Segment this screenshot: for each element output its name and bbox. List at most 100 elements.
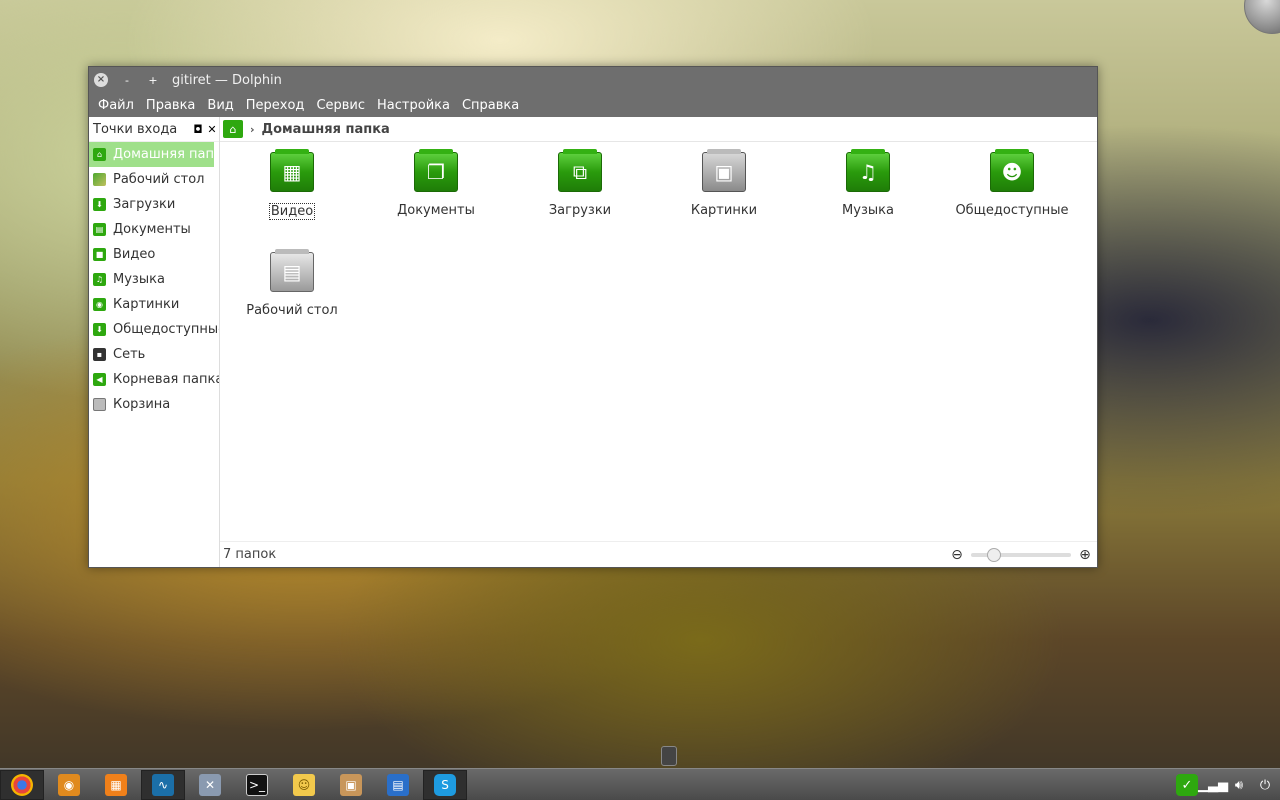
menu-go[interactable]: Переход — [240, 98, 311, 113]
power-icon[interactable]: ⏻ — [1254, 774, 1276, 796]
video-icon: ■ — [93, 248, 106, 261]
taskbar-monitor[interactable]: ∿ — [141, 769, 185, 800]
home-icon[interactable]: ⌂ — [223, 120, 243, 138]
public-folder-icon: ☻ — [990, 149, 1034, 192]
root-icon: ◀ — [93, 373, 106, 386]
status-bar: 7 папок ⊖ ⊕ — [220, 541, 1097, 567]
folder-label: Рабочий стол — [246, 303, 338, 318]
taskbar-notes[interactable]: ☺ — [282, 770, 326, 800]
network-icon: ▪ — [93, 348, 106, 361]
folder-grid: ▦ Видео ❐ Документы ⧉ Загрузки ▣ Картинк… — [220, 142, 1097, 541]
status-text: 7 папок — [223, 547, 277, 562]
signal-icon[interactable]: ▁▃▅ — [1198, 774, 1228, 796]
sidebar-item-label: Сеть — [113, 347, 146, 362]
maximize-button[interactable]: + — [146, 73, 160, 87]
sidebar-item-pictures[interactable]: ◉ Картинки — [89, 292, 219, 317]
zoom-slider-handle[interactable] — [987, 547, 1001, 562]
desktop-orb-widget[interactable] — [1244, 0, 1280, 34]
sidebar-item-label: Домашняя папк... — [113, 147, 214, 162]
sidebar-item-label: Корневая папка — [113, 372, 219, 387]
menu-edit[interactable]: Правка — [140, 98, 201, 113]
volume-icon[interactable]: 🔊︎ — [1228, 774, 1250, 796]
notes-icon: ☺ — [293, 773, 315, 796]
menu-file[interactable]: Файл — [92, 98, 140, 113]
menu-tools[interactable]: Сервис — [310, 98, 371, 113]
terminal-icon: >_ — [246, 773, 268, 796]
close-panel-icon[interactable]: ✕ — [205, 122, 219, 136]
skype-icon: S — [434, 773, 456, 796]
breadcrumb: ⌂ › Домашняя папка — [220, 117, 1097, 142]
folder-label: Загрузки — [548, 203, 612, 218]
file-view: ⌂ › Домашняя папка ▦ Видео ❐ Документы ⧉… — [220, 117, 1097, 567]
dolphin-window: × - + gitiret — Dolphin Файл Правка Вид … — [88, 66, 1098, 568]
documents-icon: ▤ — [93, 223, 106, 236]
video-folder-icon: ▦ — [270, 149, 314, 192]
desktop-folder-icon: ▤ — [270, 249, 314, 292]
home-icon: ⌂ — [93, 148, 106, 161]
desktop-widget[interactable] — [661, 746, 677, 766]
close-button[interactable]: × — [94, 73, 108, 87]
folder-public[interactable]: ☻ Общедоступные — [947, 149, 1077, 218]
window-title: gitiret — Dolphin — [172, 72, 282, 88]
folder-music[interactable]: ♫ Музыка — [803, 149, 933, 218]
taskbar-grid[interactable]: ▦ — [94, 770, 138, 800]
sidebar-item-label: Видео — [113, 247, 156, 262]
taskbar-package[interactable]: ▣ — [329, 770, 373, 800]
sidebar-item-label: Загрузки — [113, 197, 176, 212]
downloads-folder-icon: ⧉ — [558, 149, 602, 192]
taskbar-terminal[interactable]: >_ — [235, 770, 279, 800]
folder-video[interactable]: ▦ Видео — [227, 149, 357, 220]
music-icon: ♫ — [93, 273, 106, 286]
check-icon[interactable]: ✓ — [1176, 774, 1198, 796]
title-bar[interactable]: × - + gitiret — Dolphin — [89, 67, 1097, 93]
document-icon: ▤ — [387, 773, 409, 796]
taskbar-eye[interactable]: ◉ — [47, 770, 91, 800]
grid-icon: ▦ — [105, 773, 127, 796]
sidebar-item-label: Документы — [113, 222, 191, 237]
chevron-right-icon[interactable]: › — [250, 123, 255, 136]
zoom-out-icon[interactable]: ⊖ — [949, 547, 965, 563]
taskbar-document[interactable]: ▤ — [376, 770, 420, 800]
folder-downloads[interactable]: ⧉ Загрузки — [515, 149, 645, 218]
taskbar-chrome[interactable] — [0, 769, 44, 800]
sidebar-item-desktop[interactable]: Рабочий стол — [89, 167, 219, 192]
menu-bar: Файл Правка Вид Переход Сервис Настройка… — [89, 93, 1097, 117]
folder-documents[interactable]: ❐ Документы — [371, 149, 501, 218]
sidebar-item-documents[interactable]: ▤ Документы — [89, 217, 219, 242]
folder-label: Общедоступные — [955, 203, 1069, 218]
sidebar-item-public[interactable]: ⬇ Общедоступные — [89, 317, 219, 342]
folder-label: Музыка — [842, 203, 894, 218]
pictures-folder-icon: ▣ — [702, 149, 746, 192]
documents-folder-icon: ❐ — [414, 149, 458, 192]
trash-icon — [93, 398, 106, 411]
sidebar-item-downloads[interactable]: ⬇ Загрузки — [89, 192, 219, 217]
sidebar-item-home[interactable]: ⌂ Домашняя папк... — [89, 142, 214, 167]
monitor-icon: ∿ — [152, 773, 174, 796]
sidebar-item-root[interactable]: ◀ Корневая папка — [89, 367, 219, 392]
sidebar-item-label: Музыка — [113, 272, 165, 287]
zoom-in-icon[interactable]: ⊕ — [1077, 547, 1093, 563]
menu-help[interactable]: Справка — [456, 98, 525, 113]
sidebar-item-network[interactable]: ▪ Сеть — [89, 342, 219, 367]
folder-label: Видео — [268, 203, 316, 220]
minimize-button[interactable]: - — [120, 73, 134, 87]
float-panel-icon[interactable]: ◘ — [191, 122, 205, 136]
sidebar-item-label: Корзина — [113, 397, 171, 412]
menu-settings[interactable]: Настройка — [371, 98, 456, 113]
folder-pictures[interactable]: ▣ Картинки — [659, 149, 789, 218]
breadcrumb-current[interactable]: Домашняя папка — [262, 122, 390, 137]
folder-desktop[interactable]: ▤ Рабочий стол — [227, 249, 357, 318]
sidebar-item-video[interactable]: ■ Видео — [89, 242, 219, 267]
zoom-slider[interactable] — [971, 547, 1071, 562]
taskbar-skype[interactable]: S — [423, 769, 467, 800]
taskbar-tools[interactable]: ✕ — [188, 770, 232, 800]
taskbar: ◉ ▦ ∿ ✕ >_ ☺ ▣ ▤ S ✓ ▁▃▅ 🔊︎ ⏻ — [0, 768, 1280, 800]
package-icon: ▣ — [340, 773, 362, 796]
desktop-icon — [93, 173, 106, 186]
sidebar-item-trash[interactable]: Корзина — [89, 392, 219, 417]
menu-view[interactable]: Вид — [201, 98, 239, 113]
sidebar-item-label: Общедоступные — [113, 322, 219, 337]
sidebar-item-music[interactable]: ♫ Музыка — [89, 267, 219, 292]
tools-icon: ✕ — [199, 773, 221, 796]
eye-icon: ◉ — [58, 773, 80, 796]
